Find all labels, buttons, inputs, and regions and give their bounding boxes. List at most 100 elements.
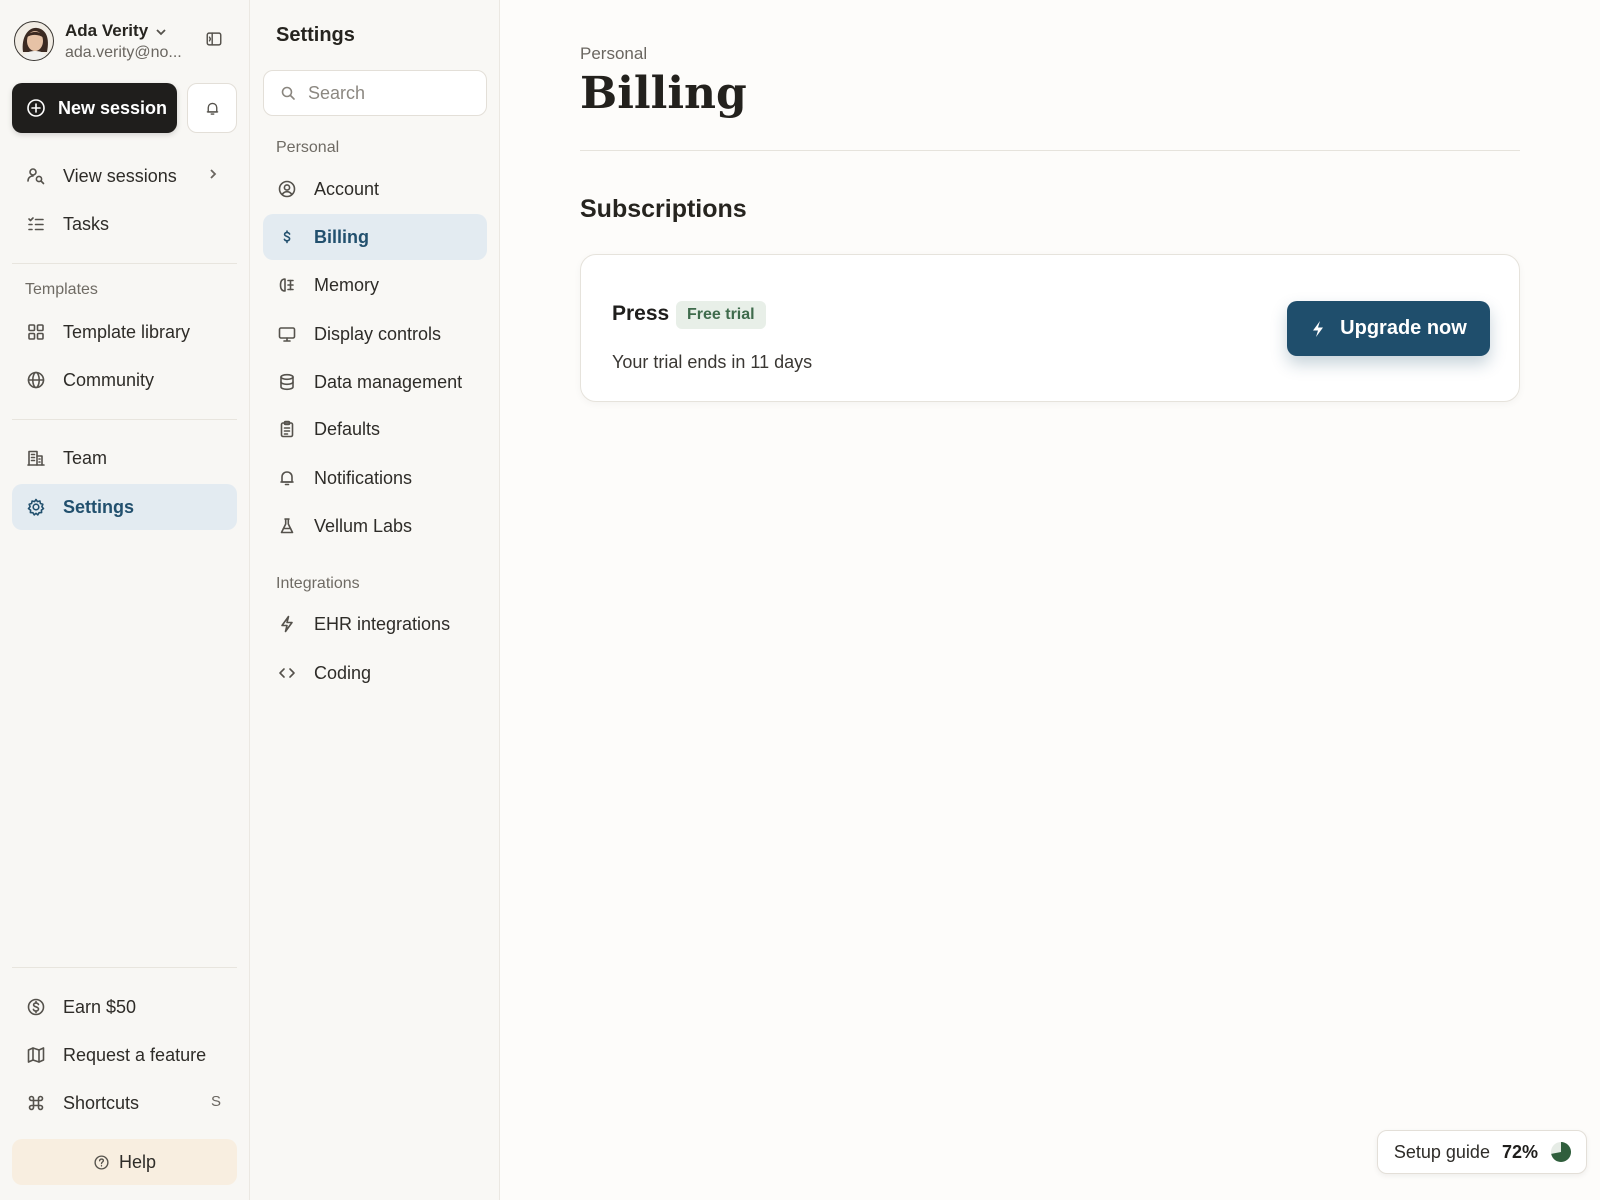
settings-item-billing[interactable]: Billing — [263, 214, 487, 260]
command-icon — [26, 1093, 46, 1113]
subscriptions-heading: Subscriptions — [580, 195, 747, 223]
sidebar-item-settings[interactable]: Settings — [12, 484, 237, 530]
new-session-button[interactable]: New session — [12, 83, 177, 133]
breadcrumb: Personal — [580, 44, 648, 63]
sidebar-item-request-feature[interactable]: Request a feature — [12, 1032, 237, 1078]
bell-icon — [206, 102, 218, 115]
sidebar-item-view-sessions[interactable]: View sessions — [12, 153, 237, 199]
settings-item-notifications[interactable]: Notifications — [263, 455, 487, 501]
settings-item-display-controls[interactable]: Display controls — [263, 311, 487, 357]
sidebar-divider — [12, 967, 237, 968]
trial-remaining-text: Your trial ends in 11 days — [612, 352, 813, 372]
settings-item-label: Data management — [314, 371, 463, 392]
sidebar-item-label: Settings — [63, 496, 135, 517]
task-list-icon — [26, 214, 46, 234]
user-menu[interactable]: Ada Verity ada.verity@no... — [14, 20, 240, 64]
user-search-icon — [26, 166, 46, 186]
integrations-heading: Integrations — [276, 575, 360, 592]
dollar-icon — [277, 227, 297, 247]
sidebar-toggle-icon[interactable] — [205, 30, 223, 48]
help-circle-icon — [93, 1154, 110, 1171]
settings-item-label: Coding — [314, 662, 372, 683]
settings-item-label: Notifications — [314, 467, 413, 488]
status-badge: Free trial — [676, 301, 766, 329]
sidebar-item-community[interactable]: Community — [12, 357, 237, 403]
settings-nav: Settings Personal Account Billing Memory… — [250, 0, 500, 1200]
title-divider — [580, 150, 1520, 151]
bolt-icon — [277, 614, 297, 634]
settings-title: Settings — [276, 24, 355, 46]
settings-item-label: EHR integrations — [314, 613, 451, 634]
subscription-card: Press Free trial Your trial ends in 11 d… — [580, 254, 1520, 402]
settings-item-vellum-labs[interactable]: Vellum Labs — [263, 503, 487, 549]
sidebar-item-label: Team — [63, 447, 108, 468]
memory-icon — [277, 275, 297, 295]
settings-item-label: Account — [314, 178, 380, 199]
chevron-right-icon — [205, 166, 221, 182]
main-sidebar: Ada Verity ada.verity@no... New session … — [0, 0, 250, 1200]
main-content: Personal Billing Subscriptions Press Fre… — [500, 0, 1600, 1200]
sidebar-item-label: Request a feature — [63, 1044, 207, 1065]
settings-item-ehr-integrations[interactable]: EHR integrations — [263, 601, 487, 647]
plus-circle-icon — [26, 98, 46, 118]
settings-item-label: Defaults — [314, 418, 381, 439]
building-icon — [26, 448, 46, 468]
plan-name: Press — [612, 302, 670, 325]
personal-heading: Personal — [276, 139, 340, 156]
upgrade-now-button[interactable]: Upgrade now — [1287, 301, 1490, 356]
grid-icon — [26, 322, 46, 342]
sidebar-item-shortcuts[interactable]: Shortcuts S — [12, 1080, 237, 1126]
settings-item-account[interactable]: Account — [263, 166, 487, 212]
settings-item-data-management[interactable]: Data management — [263, 359, 487, 405]
monitor-icon — [277, 324, 297, 344]
settings-item-coding[interactable]: Coding — [263, 650, 487, 696]
dollar-circle-icon — [26, 997, 46, 1017]
settings-search[interactable] — [263, 70, 487, 116]
setup-guide-percent: 72% — [1501, 1141, 1538, 1162]
help-label: Help — [118, 1151, 157, 1172]
search-icon — [280, 85, 296, 101]
sidebar-divider — [12, 419, 237, 420]
clipboard-icon — [277, 419, 297, 439]
sidebar-divider — [12, 263, 237, 264]
settings-item-label: Memory — [314, 274, 380, 295]
search-input[interactable] — [308, 82, 478, 104]
code-icon — [277, 663, 297, 683]
map-icon — [26, 1045, 46, 1065]
notifications-button[interactable] — [187, 83, 237, 133]
sidebar-item-team[interactable]: Team — [12, 435, 237, 481]
templates-heading: Templates — [25, 281, 98, 298]
settings-item-label: Vellum Labs — [314, 515, 413, 536]
shortcut-key: S — [210, 1093, 221, 1110]
upgrade-label: Upgrade now — [1340, 317, 1467, 339]
user-circle-icon — [277, 179, 297, 199]
flask-icon — [277, 516, 297, 536]
help-button[interactable]: Help — [12, 1139, 237, 1185]
database-icon — [277, 372, 297, 392]
globe-icon — [26, 370, 46, 390]
chevron-down-icon — [154, 25, 168, 39]
user-name: Ada Verity — [65, 21, 149, 40]
progress-pie-icon — [1551, 1142, 1572, 1162]
setup-guide-label: Setup guide — [1393, 1141, 1490, 1162]
sidebar-item-label: Tasks — [63, 213, 110, 234]
new-session-label: New session — [58, 97, 168, 118]
sidebar-item-template-library[interactable]: Template library — [12, 309, 237, 355]
settings-item-memory[interactable]: Memory — [263, 262, 487, 308]
avatar — [14, 21, 54, 61]
settings-item-defaults[interactable]: Defaults — [263, 406, 487, 452]
sidebar-item-earn[interactable]: Earn $50 — [12, 984, 237, 1030]
bell-icon — [277, 468, 297, 488]
sidebar-item-label: Shortcuts — [63, 1092, 140, 1113]
sidebar-item-label: Template library — [63, 321, 191, 342]
gear-icon — [26, 497, 46, 517]
settings-item-label: Display controls — [314, 323, 442, 344]
setup-guide-button[interactable]: Setup guide 72% — [1376, 1130, 1587, 1174]
sidebar-item-tasks[interactable]: Tasks — [12, 201, 237, 247]
settings-item-label: Billing — [314, 226, 369, 247]
sidebar-item-label: Earn $50 — [63, 996, 137, 1017]
bolt-icon — [1313, 320, 1324, 337]
user-email: ada.verity@no... — [65, 44, 182, 61]
sidebar-item-label: Community — [63, 369, 155, 390]
page-title: Billing — [580, 68, 747, 119]
